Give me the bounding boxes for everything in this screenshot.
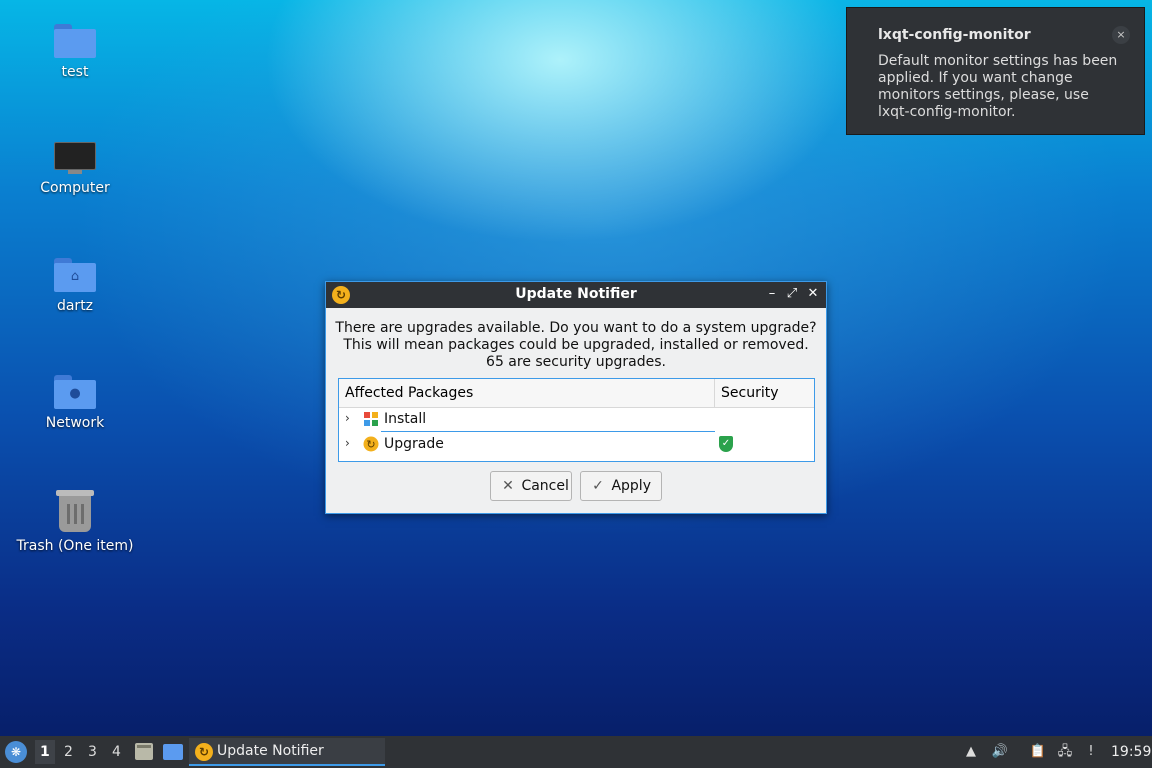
dialog-message: There are upgrades available. Do you wan… — [326, 320, 826, 371]
network-folder-icon: ● — [54, 375, 96, 409]
task-label: Update Notifier — [217, 743, 324, 759]
column-header-security[interactable]: Security — [714, 379, 779, 407]
desktop-icon-label: test — [61, 64, 89, 80]
desktop-icon-test[interactable]: test — [15, 24, 135, 80]
upgrade-icon: ↻ — [363, 436, 379, 452]
focus-indicator — [381, 431, 715, 432]
close-icon[interactable]: ✕ — [805, 286, 821, 302]
file-manager-icon[interactable] — [135, 743, 153, 760]
notification-popup[interactable]: lxqt-config-monitor × Default monitor se… — [846, 7, 1145, 135]
tree-row-label: Upgrade — [384, 436, 444, 452]
cancel-icon: ✕ — [502, 478, 514, 494]
tree-row-upgrade[interactable]: › ↻ Upgrade ✓ — [339, 433, 814, 457]
clipboard-icon[interactable]: 📋 — [1029, 743, 1047, 761]
maximize-icon[interactable]: ⤢ — [784, 286, 800, 302]
taskbar: ❋ 1 2 3 4 ↻ Update Notifier ▲ 🔊 📋 🖧 ! 19… — [0, 736, 1152, 768]
start-menu-icon[interactable]: ❋ — [5, 741, 27, 763]
message-line: There are upgrades available. Do you wan… — [335, 320, 817, 336]
volume-icon[interactable]: 🔊 — [991, 743, 1009, 761]
desktop-icon-trash[interactable]: Trash (One item) — [15, 490, 135, 554]
chevron-right-icon[interactable]: › — [345, 436, 350, 450]
desktop-icon-label: Computer — [40, 180, 110, 196]
apply-button[interactable]: ✓ Apply — [580, 471, 662, 501]
desktop-icon-dartz[interactable]: ⌂ dartz — [15, 258, 135, 314]
security-shield-icon: ✓ — [719, 436, 733, 452]
task-button-update-notifier[interactable]: ↻ Update Notifier — [189, 738, 385, 766]
network-icon[interactable]: 🖧 — [1056, 743, 1074, 761]
desktop-icon-computer[interactable]: Computer — [15, 142, 135, 196]
desktop-switch-4[interactable]: 4 — [112, 744, 121, 760]
folder-icon — [54, 24, 96, 58]
cancel-label: Cancel — [521, 478, 569, 494]
desktop-icon-label: dartz — [56, 298, 94, 314]
packages-tree[interactable]: Affected Packages Security › Install › ↻… — [338, 378, 815, 462]
desktop-icon-label: Trash (One item) — [16, 538, 134, 554]
home-folder-icon: ⌂ — [54, 258, 96, 292]
tree-header: Affected Packages Security — [339, 379, 814, 408]
svg-text:↻: ↻ — [366, 438, 375, 451]
trash-icon — [56, 490, 94, 532]
update-alert-icon[interactable]: ! — [1082, 743, 1100, 761]
notification-body: Default monitor settings has been applie… — [878, 53, 1118, 120]
show-desktop-icon[interactable] — [163, 744, 183, 760]
title-bar[interactable]: ↻ Update Notifier – ⤢ ✕ — [326, 282, 826, 308]
message-line: 65 are security upgrades. — [486, 354, 666, 370]
minimize-icon[interactable]: – — [764, 286, 780, 302]
dialog-title: Update Notifier — [515, 286, 637, 302]
computer-icon — [54, 142, 96, 174]
desktop-icon-label: Network — [45, 415, 105, 431]
apply-label: Apply — [611, 478, 651, 494]
desktop-switch-2[interactable]: 2 — [64, 744, 73, 760]
tree-row-label: Install — [384, 411, 427, 427]
check-icon: ✓ — [592, 478, 604, 494]
column-header-affected-packages[interactable]: Affected Packages — [345, 385, 473, 401]
cancel-button[interactable]: ✕ Cancel — [490, 471, 572, 501]
clock[interactable]: 19:59 — [1111, 744, 1151, 760]
install-icon — [363, 411, 379, 427]
message-line: This will mean packages could be upgrade… — [343, 337, 809, 353]
tray-expand-icon[interactable]: ▲ — [962, 743, 980, 761]
update-notifier-dialog: ↻ Update Notifier – ⤢ ✕ There are upgrad… — [325, 281, 827, 514]
desktop-icon-network[interactable]: ● Network — [15, 375, 135, 431]
desktop-switch-1[interactable]: 1 — [35, 740, 55, 764]
notification-title: lxqt-config-monitor — [878, 27, 1031, 43]
desktop-switch-3[interactable]: 3 — [88, 744, 97, 760]
update-notifier-icon: ↻ — [195, 743, 213, 761]
tree-row-install[interactable]: › Install — [339, 408, 814, 432]
close-icon[interactable]: × — [1112, 26, 1130, 44]
chevron-right-icon[interactable]: › — [345, 411, 350, 425]
